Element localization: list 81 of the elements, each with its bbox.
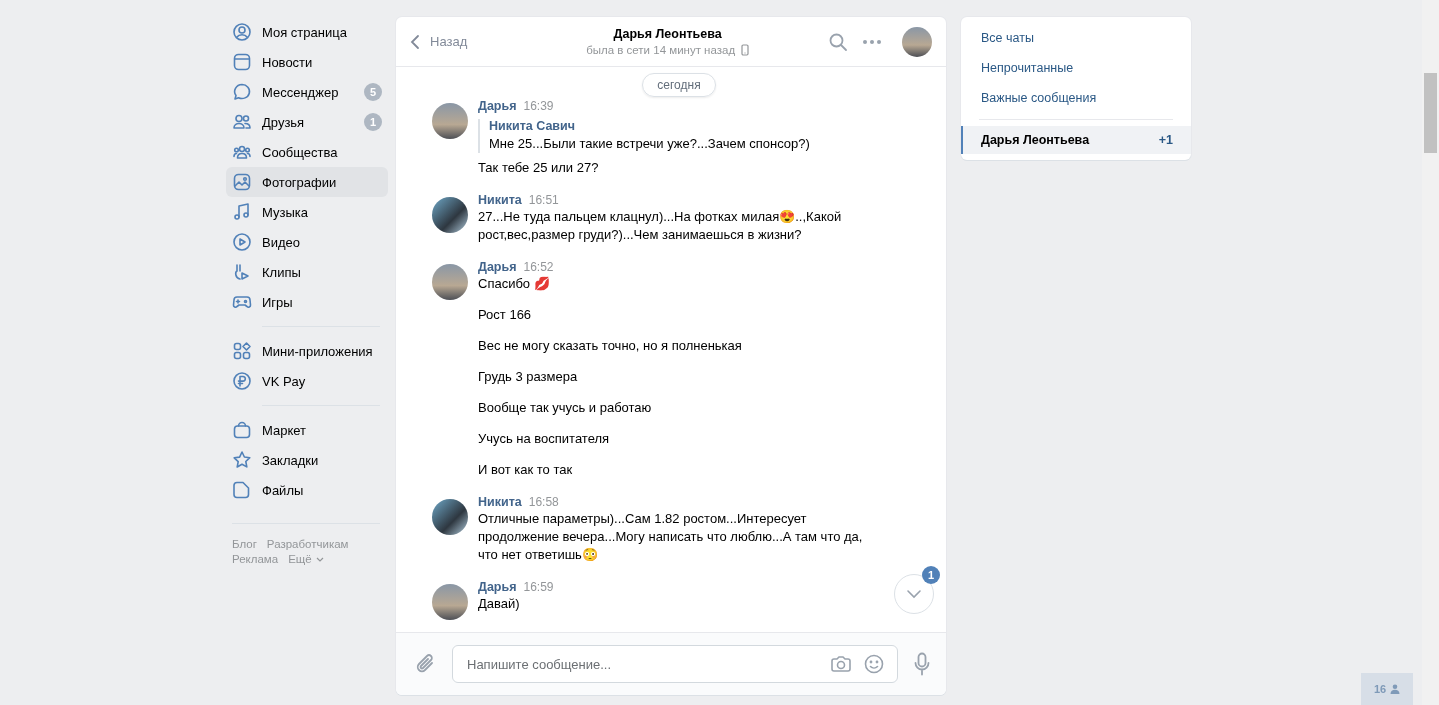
avatar-photo[interactable] <box>432 584 468 620</box>
author-name[interactable]: Дарья <box>478 99 517 113</box>
caret-icon <box>315 556 324 562</box>
sidebar-item[interactable]: Моя страница <box>226 17 388 47</box>
back-button[interactable]: Назад <box>410 33 468 50</box>
count-badge: 5 <box>364 83 382 101</box>
camera-icon[interactable] <box>830 655 852 673</box>
sidebar-item[interactable]: Видео <box>226 227 388 257</box>
message-time: 16:59 <box>523 580 554 594</box>
sidebar-item[interactable]: Сообщества <box>226 137 388 167</box>
microphone-icon[interactable] <box>914 652 930 676</box>
sidebar-item[interactable]: Новости <box>226 47 388 77</box>
scrollbar[interactable] <box>1422 0 1439 705</box>
sidebar-item[interactable]: Мессенджер 5 <box>226 77 388 107</box>
sidebar-item[interactable]: Друзья 1 <box>226 107 388 137</box>
paperclip-icon[interactable] <box>416 653 436 675</box>
sidebar-item[interactable]: Файлы <box>226 475 388 505</box>
search-icon[interactable] <box>828 31 848 52</box>
message-text: Вообще так учусь и работаю <box>478 399 653 417</box>
newspaper-icon <box>232 52 252 72</box>
count-badge: 1 <box>364 113 382 131</box>
author-name[interactable]: Никита <box>478 495 522 509</box>
chevron-left-icon <box>410 33 420 50</box>
message-time: 16:39 <box>523 99 554 113</box>
message-text: Учусь на воспитателя <box>478 430 611 448</box>
unread-badge: 1 <box>922 566 940 584</box>
avatar-photo[interactable] <box>432 197 468 233</box>
unread-count: +1 <box>1158 133 1173 147</box>
avatar-photo[interactable] <box>432 264 468 300</box>
author-name[interactable]: Дарья <box>478 580 517 594</box>
message-time: 16:58 <box>528 495 559 509</box>
sidebar-item[interactable]: Закладки <box>226 445 388 475</box>
message-text: Так тебе 25 или 27? <box>478 159 600 177</box>
ruble-coin-icon <box>232 371 252 391</box>
sidebar-item[interactable]: Мини-приложения <box>226 336 388 366</box>
quoted-author: Никита Савич <box>489 119 576 133</box>
message-input-field[interactable]: Напишите сообщение... <box>452 645 898 683</box>
author-name[interactable]: Дарья <box>478 260 517 274</box>
conversation-item[interactable]: Дарья Леонтьева +1 <box>961 126 1191 154</box>
avatar-photo[interactable] <box>902 26 932 57</box>
chevron-down-icon <box>906 589 922 599</box>
sidebar-item[interactable]: Игры <box>226 287 388 317</box>
star-icon <box>232 450 252 470</box>
more-dots-icon[interactable] <box>862 38 882 45</box>
message-text: Давай) <box>478 595 521 613</box>
file-icon <box>232 480 252 500</box>
play-icon <box>232 232 252 252</box>
shopping-bag-icon <box>232 420 252 440</box>
sidebar-item[interactable]: Клипы <box>226 257 388 287</box>
message-text: Грудь 3 размера <box>478 368 579 386</box>
sidebar-item[interactable]: Фотографии <box>226 167 388 197</box>
message-text: Спасибо 💋 <box>478 275 551 293</box>
apps-grid-icon <box>232 341 252 361</box>
author-name[interactable]: Никита <box>478 193 522 207</box>
filter-link[interactable]: Важные сообщения <box>961 83 1191 113</box>
sidebar-item[interactable]: VK Pay <box>226 366 388 396</box>
message-text: И вот как то так <box>478 461 574 479</box>
chat-bubble-icon <box>232 82 252 102</box>
avatar-photo[interactable] <box>432 103 468 139</box>
avatar-photo[interactable] <box>432 499 468 535</box>
people-icon <box>232 112 252 132</box>
filter-link[interactable]: Все чаты <box>961 23 1191 53</box>
phone-icon <box>741 44 750 56</box>
last-seen-status: была в сети 14 минут назад <box>586 44 736 56</box>
message-time: 16:51 <box>528 193 559 207</box>
person-icon <box>1390 684 1401 694</box>
picture-icon <box>232 172 252 192</box>
message-time: 16:52 <box>523 260 554 274</box>
profile-icon <box>232 22 252 42</box>
music-note-icon <box>232 202 252 222</box>
chat-title: Дарья Леонтьева <box>613 27 722 41</box>
sidebar-item[interactable]: Маркет <box>226 415 388 445</box>
filter-link[interactable]: Непрочитанные <box>961 53 1191 83</box>
clips-icon <box>232 262 252 282</box>
smiley-icon[interactable] <box>864 654 884 674</box>
message-text: Отличные параметры)...Сам 1.82 ростом...Интересует продолжение вечера...Могу написать что люблю...А там что да, что нет ответишь😳 <box>478 510 864 564</box>
quoted-text: Мне 25...Были такие встречи уже?...Зачем спонсор?) <box>489 135 811 153</box>
message-text: Рост 166 <box>478 306 533 324</box>
message-text: 27...Не туда пальцем клацнул)...На фотках милая😍..,Какой рост,вес,размер груди?)...Чем занимаешься в жизни? <box>478 208 843 244</box>
sidebar-item[interactable]: Музыка <box>226 197 388 227</box>
message-text: Вес не могу сказать точно, но я полненькая <box>478 337 743 355</box>
